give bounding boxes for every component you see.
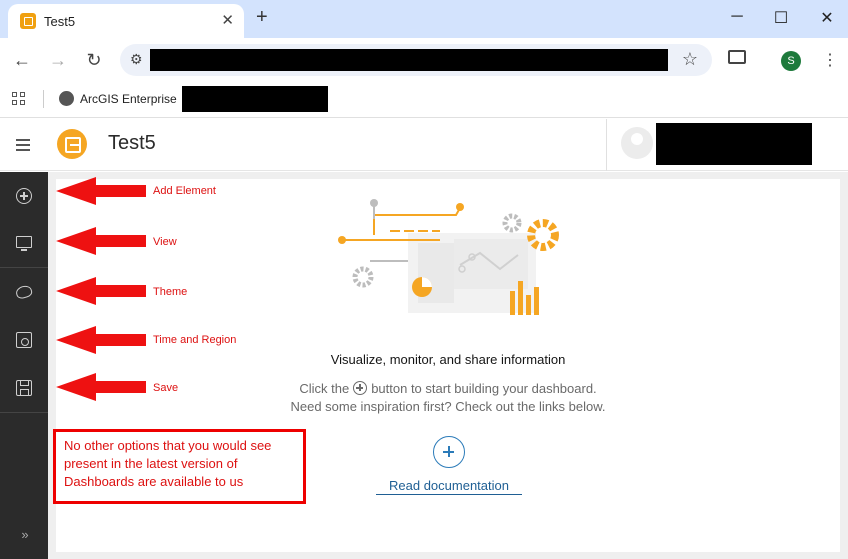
redacted-url [150, 49, 668, 71]
browser-tab-strip: Test5 ✕ + ─ ☐ ✕ [0, 0, 848, 38]
bookmark-divider [43, 90, 44, 108]
dashboards-logo-icon [57, 129, 87, 159]
save-button[interactable] [0, 364, 48, 412]
palette-icon [14, 284, 34, 300]
user-menu[interactable] [606, 119, 848, 171]
action-rail: » [0, 172, 48, 559]
save-icon [16, 380, 32, 396]
browser-menu-icon[interactable]: ⋮ [822, 50, 838, 70]
app-header: Test5 [0, 119, 848, 171]
new-tab-button[interactable]: + [256, 6, 268, 29]
instruction-text-after: button to start building your dashboard. [371, 381, 597, 396]
redacted-bookmark [182, 86, 328, 112]
dashboard-title: Test5 [108, 132, 156, 154]
apps-grid-icon[interactable] [12, 92, 26, 106]
bookmark-arcgis-enterprise[interactable]: ArcGIS Enterprise [80, 92, 177, 106]
reload-icon[interactable]: ↻ [84, 50, 104, 71]
view-button[interactable] [0, 218, 48, 266]
bookmark-star-icon[interactable]: ☆ [682, 49, 698, 70]
dashboard-illustration-icon [338, 199, 559, 315]
annotation-save: Save [153, 382, 179, 394]
site-settings-icon[interactable]: ⚙ [130, 51, 143, 68]
annotation-note-text: No other options that you would see pres… [64, 438, 272, 489]
maximize-icon[interactable]: ☐ [771, 8, 791, 28]
tab-title: Test5 [44, 14, 76, 29]
annotation-arrow-icon [56, 326, 146, 354]
hamburger-menu-icon[interactable] [16, 139, 30, 151]
browser-tab[interactable]: Test5 ✕ [8, 4, 244, 38]
annotation-arrow-icon [56, 373, 146, 401]
add-circle-icon [353, 381, 368, 395]
monitor-icon [16, 236, 32, 251]
empty-state-title: Visualize, monitor, and share informatio… [330, 352, 566, 367]
annotation-arrow-icon [56, 177, 146, 205]
annotation-theme: Theme [153, 286, 188, 298]
expand-rail-button[interactable]: » [0, 527, 48, 557]
theme-button[interactable] [0, 268, 48, 316]
annotation-arrow-icon [56, 227, 146, 255]
time-region-button[interactable] [0, 316, 48, 364]
annotation-arrow-icon [56, 277, 146, 305]
dashboard-favicon-icon [20, 13, 36, 29]
profile-avatar[interactable]: S [781, 51, 801, 71]
add-circle-icon [16, 188, 32, 204]
forward-arrow-icon[interactable]: → [48, 50, 68, 71]
user-avatar-icon[interactable] [621, 127, 653, 159]
annotation-view: View [153, 236, 177, 248]
annotation-note-box: No other options that you would see pres… [53, 429, 306, 504]
cast-search-icon[interactable] [728, 50, 746, 64]
calendar-globe-icon [16, 332, 32, 348]
back-arrow-icon[interactable]: ← [12, 50, 32, 71]
instruction-text-before: Click the [299, 381, 350, 396]
annotation-time-region: Time and Region [153, 334, 237, 346]
redacted-username [656, 123, 812, 165]
add-element-button[interactable] [0, 172, 48, 220]
read-documentation-link[interactable]: Read documentation [376, 478, 522, 495]
bookmarks-bar: ArcGIS Enterprise [0, 82, 848, 118]
minimize-icon[interactable]: ─ [727, 8, 747, 26]
annotation-add-element: Add Element [153, 185, 216, 197]
address-bar[interactable]: ⚙ ☆ [120, 44, 712, 76]
browser-toolbar: ← → ↻ ⚙ ☆ S ⋮ [0, 38, 848, 82]
window-close-icon[interactable]: ✕ [817, 8, 837, 28]
rail-divider [0, 412, 48, 413]
empty-state-inspiration: Need some inspiration first? Check out t… [290, 399, 606, 414]
globe-icon [59, 91, 74, 106]
tab-close-icon[interactable]: ✕ [221, 11, 234, 29]
add-element-circle-button[interactable] [433, 436, 465, 468]
